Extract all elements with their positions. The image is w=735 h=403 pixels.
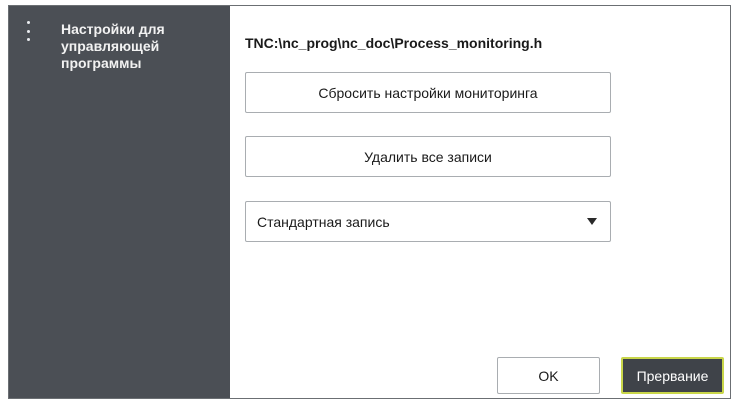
- kebab-menu-icon[interactable]: [21, 21, 35, 41]
- file-path: TNC:\nc_prog\nc_doc\Process_monitoring.h: [245, 35, 543, 51]
- kebab-dot: [26, 38, 30, 41]
- kebab-dot: [26, 21, 30, 24]
- main-content: TNC:\nc_prog\nc_doc\Process_monitoring.h…: [230, 6, 730, 398]
- kebab-dot: [26, 29, 30, 33]
- record-type-select[interactable]: Стандартная запись: [245, 201, 611, 242]
- settings-dialog: Настройки для управляющей программы TNC:…: [8, 5, 731, 399]
- record-type-value: Стандартная запись: [257, 213, 390, 230]
- delete-all-records-button[interactable]: Удалить все записи: [245, 136, 611, 177]
- ok-button[interactable]: OK: [497, 357, 600, 394]
- caret-down-icon: [587, 218, 597, 225]
- sidebar: Настройки для управляющей программы: [9, 6, 230, 398]
- reset-monitoring-settings-button[interactable]: Сбросить настройки мониторинга: [245, 72, 611, 113]
- cancel-button[interactable]: Прервание: [621, 357, 724, 394]
- sidebar-title: Настройки для управляющей программы: [61, 21, 165, 71]
